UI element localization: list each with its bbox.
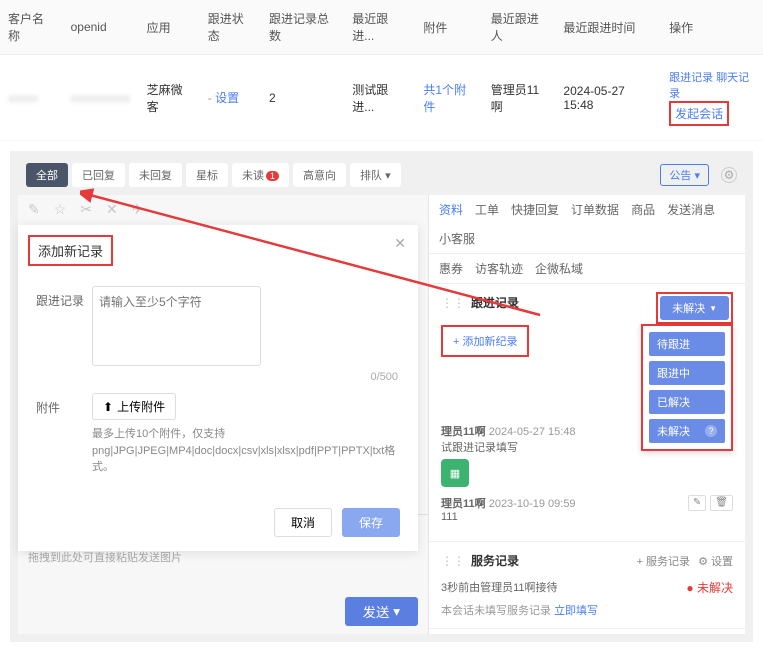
untreated-badge: 1: [266, 171, 279, 181]
add-record-highlight: + 添加新纪录: [441, 325, 529, 357]
attach-label: 附件: [36, 393, 92, 476]
unresolved-status: ● 未解决: [686, 579, 733, 596]
tab-unreplied[interactable]: 未回复: [129, 163, 182, 187]
add-record-link[interactable]: + 添加新纪录: [453, 336, 517, 348]
fill-now-link[interactable]: 立即填写: [554, 605, 598, 617]
scissors-icon[interactable]: ✂: [80, 201, 92, 218]
modal-title: 添加新记录: [28, 235, 113, 266]
th-app: 应用: [139, 0, 200, 55]
th-recent: 最近跟进...: [344, 0, 415, 55]
set-status-link[interactable]: 设置: [215, 91, 239, 105]
help-icon: ?: [705, 425, 717, 437]
sub-tab-quickreply[interactable]: 快捷回复: [511, 201, 559, 218]
char-count: 0/500: [92, 371, 398, 383]
service-setting-link[interactable]: ⚙ 设置: [698, 553, 733, 569]
record-label: 跟进记录: [36, 286, 92, 383]
tab-replied[interactable]: 已回复: [72, 163, 125, 187]
tab-paidui[interactable]: 排队 ▾: [350, 163, 401, 187]
follow-record-section: ⋮⋮ 跟进记录 未解决 待跟进 跟进中 已解决 未解决? + 添加新纪录: [429, 284, 745, 542]
save-button[interactable]: 保存: [342, 508, 400, 537]
start-session-highlight: 发起会话: [669, 101, 729, 126]
chat-right-pane: 资料 工单 快捷回复 订单数据 商品 发送消息 小客服 惠券 访客轨迹 企微私域…: [428, 195, 745, 634]
plane-icon[interactable]: ✈: [132, 201, 144, 218]
cell-status: - 设置: [200, 55, 261, 141]
add-service-link[interactable]: + 服务记录: [637, 553, 690, 569]
pencil-icon[interactable]: ✎: [28, 201, 40, 218]
file-icon[interactable]: ▦: [441, 459, 469, 487]
dropdown-item-unresolved[interactable]: 未解决?: [649, 419, 725, 443]
sub-tab-sendmsg[interactable]: 发送消息: [667, 201, 715, 218]
sub-tab-coupon[interactable]: 惠券: [439, 260, 463, 277]
record-item-2: 理员11啊 2023-10-19 09:59 ✎ 🗑 111: [441, 495, 733, 523]
sub-tab-goods[interactable]: 商品: [631, 201, 655, 218]
th-name: 客户名称: [0, 0, 63, 55]
sub-tab-info[interactable]: 资料: [439, 201, 463, 218]
tab-all[interactable]: 全部: [26, 163, 68, 187]
dropdown-item-resolved[interactable]: 已解决: [649, 390, 725, 414]
sub-tab-ticket[interactable]: 工单: [475, 201, 499, 218]
tab-untreated[interactable]: 未读1: [232, 163, 289, 187]
sub-tab-qiwei[interactable]: 企微私域: [535, 260, 583, 277]
sub-tab-track[interactable]: 访客轨迹: [475, 260, 523, 277]
upload-hint: 最多上传10个附件，仅支持png|JPG|JPEG|MP4|doc|docx|c…: [92, 426, 400, 476]
start-session-link[interactable]: 发起会话: [675, 107, 723, 121]
down-icon: ▾: [393, 604, 400, 620]
sub-tabs-row2: 惠券 访客轨迹 企微私域: [429, 254, 745, 284]
attach-link[interactable]: 共1个附件: [423, 83, 466, 114]
top-toolbar: ✎ ☆ ✂ ✕ ✈: [18, 195, 428, 224]
cell-time: 2024-05-27 15:48: [555, 55, 661, 141]
status-highlight-box: 未解决 待跟进 跟进中 已解决 未解决?: [656, 292, 733, 324]
close-icon[interactable]: ✕: [394, 235, 406, 252]
cell-openid: xxxxxxxxxx: [71, 91, 131, 105]
delete-btn[interactable]: 🗑: [710, 495, 733, 511]
send-button[interactable]: 发送 ▾: [345, 597, 418, 626]
dropdown-item-pending[interactable]: 待跟进: [649, 332, 725, 356]
x-icon[interactable]: ✕: [106, 201, 118, 218]
th-attach: 附件: [415, 0, 482, 55]
upload-icon: ⬆: [103, 400, 113, 414]
cell-recent: 测试跟进...: [344, 55, 415, 141]
chat-panel: 全部 已回复 未回复 星标 未读1 高意向 排队 ▾ 公告 ▾ ⚙ ✎ ☆ ✂ …: [10, 151, 753, 642]
tab-star[interactable]: 星标: [186, 163, 228, 187]
star-icon[interactable]: ☆: [54, 201, 67, 218]
cell-count: 2: [261, 55, 344, 141]
follow-record-link[interactable]: 跟进记录: [669, 72, 713, 84]
edit-btn[interactable]: ✎: [688, 495, 706, 511]
record-textarea[interactable]: [92, 286, 261, 366]
gear-icon-2: ⚙: [698, 556, 708, 568]
th-status: 跟进状态: [200, 0, 261, 55]
sub-tab-order[interactable]: 订单数据: [571, 201, 619, 218]
th-action: 操作: [661, 0, 763, 55]
status-button[interactable]: 未解决: [660, 296, 729, 320]
filter-tabs: 全部 已回复 未回复 星标 未读1 高意向 排队 ▾ 公告 ▾ ⚙: [18, 159, 745, 191]
service-title: 服务记录: [471, 552, 519, 569]
service-line1: 3秒前由管理员11啊接待: [441, 579, 558, 596]
drag-icon-2[interactable]: ⋮⋮: [441, 554, 465, 568]
drag-icon[interactable]: ⋮⋮: [441, 296, 465, 310]
chat-left-pane: ✎ ☆ ✂ ✕ ✈ 添加新记录 ✕ 跟进记录 0/500: [18, 195, 428, 634]
th-count: 跟进记录总数: [261, 0, 344, 55]
th-person: 最近跟进人: [483, 0, 556, 55]
cancel-button[interactable]: 取消: [274, 508, 332, 537]
cell-actions: 跟进记录 聊天记录 发起会话: [661, 55, 763, 141]
sub-tab-xiaokefu[interactable]: 小客服: [439, 230, 475, 247]
follow-title: 跟进记录: [471, 294, 519, 311]
upload-button[interactable]: ⬆上传附件: [92, 393, 176, 420]
dropdown-item-inprogress[interactable]: 跟进中: [649, 361, 725, 385]
announce-button[interactable]: 公告 ▾: [660, 164, 709, 186]
sub-tabs-row1: 资料 工单 快捷回复 订单数据 商品 发送消息 小客服: [429, 195, 745, 254]
status-dropdown: 待跟进 跟进中 已解决 未解决?: [641, 324, 733, 451]
th-time: 最近跟进时间: [555, 0, 661, 55]
tab-gaoxiao[interactable]: 高意向: [293, 163, 346, 187]
cell-person: 管理员11啊: [483, 55, 556, 141]
customer-table: 客户名称 openid 应用 跟进状态 跟进记录总数 最近跟进... 附件 最近…: [0, 0, 763, 141]
table-row: xxxxx xxxxxxxxxx 芝麻微客 - 设置 2 测试跟进... 共1个…: [0, 55, 763, 141]
cell-app: 芝麻微客: [139, 55, 200, 141]
gear-icon[interactable]: ⚙: [721, 167, 737, 183]
th-openid: openid: [63, 0, 139, 55]
cell-name: xxxxx: [8, 91, 38, 105]
add-record-modal: 添加新记录 ✕ 跟进记录 0/500 附件 ⬆上传附件: [18, 225, 418, 551]
service-record-section: ⋮⋮ 服务记录 + 服务记录 ⚙ 设置 3秒前由管理员11啊接待 ● 未解决 本…: [429, 542, 745, 629]
